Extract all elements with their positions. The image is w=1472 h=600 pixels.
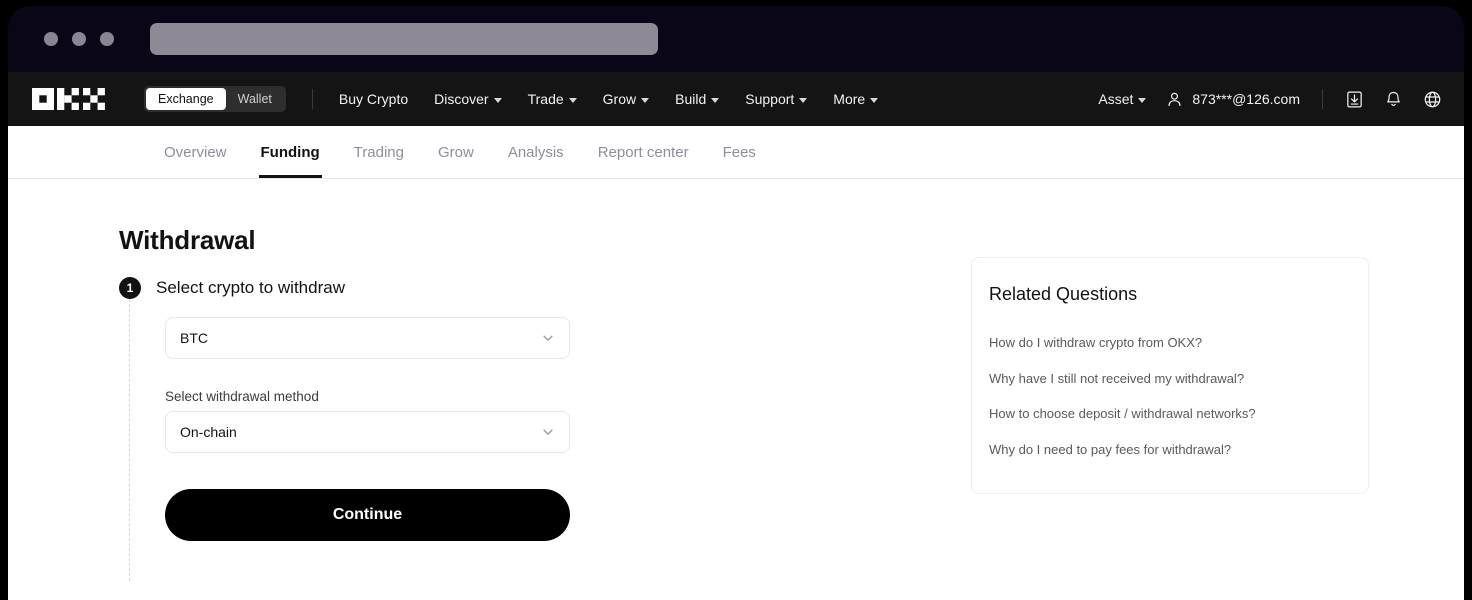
related-question-link[interactable]: Why do I need to pay fees for withdrawal…	[972, 432, 1368, 468]
window-traffic-lights	[44, 32, 114, 46]
okx-logo[interactable]	[32, 88, 120, 110]
chevron-down-icon	[799, 98, 807, 103]
crypto-select-value: BTC	[180, 330, 208, 346]
page-content: Withdrawal 1 Select crypto to withdraw B…	[8, 179, 1464, 600]
tab-analysis[interactable]: Analysis	[491, 126, 581, 178]
browser-window: Exchange Wallet Buy Crypto Discover Trad…	[8, 6, 1464, 600]
exchange-wallet-toggle[interactable]: Exchange Wallet	[144, 86, 286, 112]
okx-logo-icon	[32, 88, 120, 110]
minimize-icon[interactable]	[72, 32, 86, 46]
close-icon[interactable]	[44, 32, 58, 46]
nav-label: Build	[675, 91, 706, 107]
step-1-body: BTC Select withdrawal method On-chain Co…	[119, 299, 589, 541]
nav-label: Trade	[528, 91, 564, 107]
nav-label: Buy Crypto	[339, 91, 408, 107]
nav-item-more[interactable]: More	[833, 91, 878, 107]
toggle-exchange[interactable]: Exchange	[146, 88, 226, 110]
step-1-header: 1 Select crypto to withdraw	[119, 277, 589, 299]
toggle-wallet[interactable]: Wallet	[226, 88, 284, 110]
bell-icon-glyph	[1384, 90, 1403, 109]
nav-label: More	[833, 91, 865, 107]
user-icon	[1166, 91, 1183, 108]
chevron-down-icon	[870, 98, 878, 103]
nav-label: Discover	[434, 91, 488, 107]
chevron-down-icon	[541, 331, 555, 345]
tab-grow[interactable]: Grow	[421, 126, 491, 178]
nav-item-grow[interactable]: Grow	[603, 91, 649, 107]
nav-label: Support	[745, 91, 794, 107]
account-email: 873***@126.com	[1192, 91, 1300, 107]
chevron-down-icon	[641, 98, 649, 103]
nav-divider-right	[1322, 89, 1323, 109]
related-question-link[interactable]: How to choose deposit / withdrawal netwo…	[972, 396, 1368, 432]
nav-item-trade[interactable]: Trade	[528, 91, 577, 107]
account-menu[interactable]: 873***@126.com	[1166, 91, 1300, 108]
withdrawal-method-select[interactable]: On-chain	[165, 411, 570, 453]
chevron-down-icon	[541, 425, 555, 439]
nav-item-buy-crypto[interactable]: Buy Crypto	[339, 91, 408, 107]
related-question-link[interactable]: Why have I still not received my withdra…	[972, 361, 1368, 397]
withdrawal-step-1: 1 Select crypto to withdraw BTC Select w…	[119, 277, 589, 541]
nav-item-discover[interactable]: Discover	[434, 91, 501, 107]
chevron-down-icon	[494, 98, 502, 103]
continue-button[interactable]: Continue	[165, 489, 570, 541]
nav-item-build[interactable]: Build	[675, 91, 719, 107]
chevron-down-icon	[711, 98, 719, 103]
nav-divider	[312, 89, 313, 109]
withdrawal-method-label: Select withdrawal method	[165, 389, 589, 404]
tab-overview[interactable]: Overview	[147, 126, 244, 178]
nav-label: Asset	[1098, 91, 1133, 107]
crypto-select[interactable]: BTC	[165, 317, 570, 359]
maximize-icon[interactable]	[100, 32, 114, 46]
step-1-title: Select crypto to withdraw	[156, 278, 345, 298]
tab-report-center[interactable]: Report center	[581, 126, 706, 178]
withdrawal-method-value: On-chain	[180, 424, 237, 440]
address-bar[interactable]	[150, 23, 658, 55]
globe-icon[interactable]	[1423, 90, 1442, 109]
primary-nav-links: Buy Crypto Discover Trade Grow Build Sup…	[339, 91, 878, 107]
account-sub-navigation: Overview Funding Trading Grow Analysis R…	[8, 126, 1464, 179]
tab-trading[interactable]: Trading	[337, 126, 421, 178]
related-question-link[interactable]: How do I withdraw crypto from OKX?	[972, 325, 1368, 361]
nav-item-asset[interactable]: Asset	[1098, 91, 1146, 107]
nav-item-support[interactable]: Support	[745, 91, 807, 107]
related-questions-title: Related Questions	[972, 284, 1368, 305]
nav-right-cluster: Asset 873***@126.com	[1098, 89, 1442, 109]
tab-funding[interactable]: Funding	[244, 126, 337, 178]
download-icon-glyph	[1345, 90, 1364, 109]
bell-icon[interactable]	[1384, 90, 1403, 109]
globe-icon-glyph	[1423, 90, 1442, 109]
tab-fees[interactable]: Fees	[706, 126, 773, 178]
download-icon[interactable]	[1345, 90, 1364, 109]
chevron-down-icon	[569, 98, 577, 103]
top-navigation-bar: Exchange Wallet Buy Crypto Discover Trad…	[8, 72, 1464, 126]
browser-chrome-bar	[8, 6, 1464, 72]
nav-label: Grow	[603, 91, 636, 107]
step-number-badge: 1	[119, 277, 141, 299]
chevron-down-icon	[1138, 98, 1146, 103]
page-title: Withdrawal	[119, 225, 255, 256]
related-questions-panel: Related Questions How do I withdraw cryp…	[971, 257, 1369, 494]
